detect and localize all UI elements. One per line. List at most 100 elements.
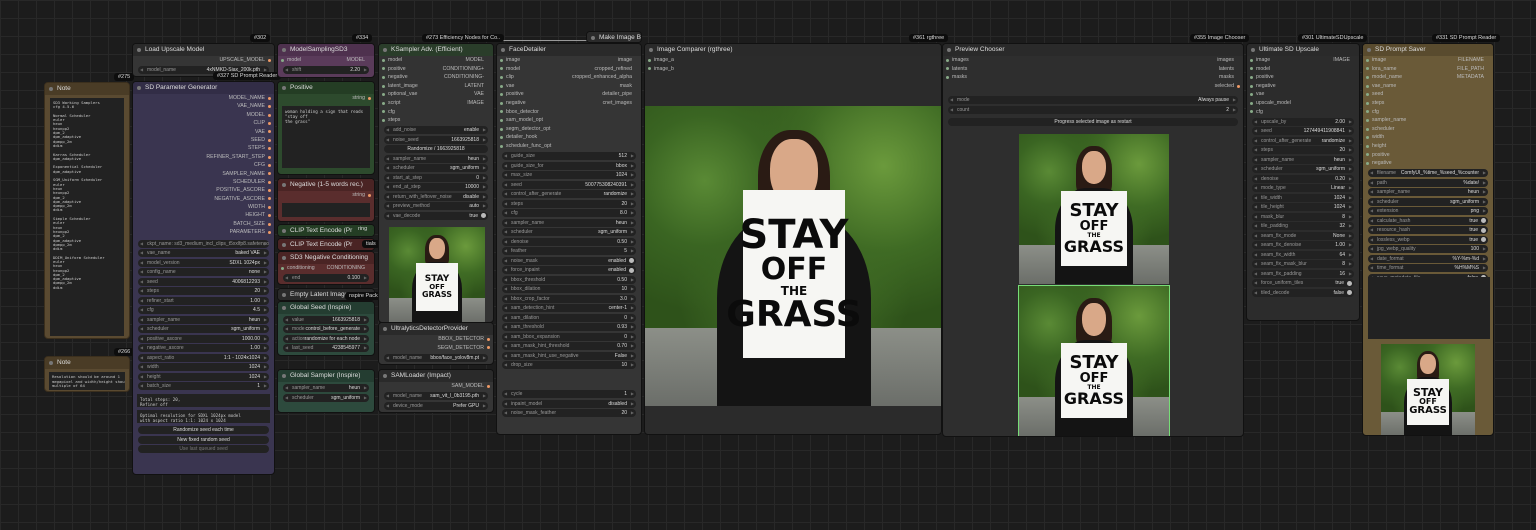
output-slot[interactable]: SEED (133, 136, 274, 144)
slot-row[interactable]: sampler_name (1363, 116, 1493, 125)
slot-row[interactable]: script IMAGE (379, 99, 493, 108)
widget-tiled-decode[interactable]: tiled_decodefalse (1252, 288, 1354, 297)
widget-cycle[interactable]: cycle1 (502, 390, 636, 399)
shift-widget[interactable]: shift2.20 (283, 66, 369, 75)
input-slot[interactable]: steps (379, 116, 493, 125)
note-node[interactable]: Note SD3 Working Samplers cfg 4.5-6 Norm… (44, 82, 130, 339)
widget-device-mode[interactable]: device_modePrefer GPU (384, 401, 488, 410)
widget-seed[interactable]: seed127449411908841 (1252, 127, 1354, 136)
node-title[interactable]: Positive (278, 82, 374, 94)
widget-upscale-by[interactable]: upscale_by2.00 (1252, 117, 1354, 126)
ckpt-widget[interactable]: ckpt_name: sd3_medium_incl_clips_t5xxlfp… (138, 239, 269, 248)
negative-prompt-node[interactable]: Negative (1-5 words rec.) string (277, 178, 375, 222)
widget-mask-blur[interactable]: mask_blur8 (1252, 212, 1354, 221)
output-slot[interactable]: CLIP (133, 119, 274, 127)
widget-sampler-name[interactable]: sampler_nameheun (283, 384, 369, 392)
sd3-negative-conditioning-node[interactable]: SD3 Negative Conditioning conditioning CO… (277, 251, 375, 285)
widget-config-name[interactable]: config_namenone (138, 268, 269, 277)
output-slot[interactable]: SAM_MODEL (379, 382, 493, 391)
input-slot[interactable]: cfg (379, 108, 493, 117)
output-slot[interactable]: WIDTH (133, 203, 274, 211)
slot-row[interactable]: seed (1363, 90, 1493, 99)
widget-vae-decode[interactable]: vae_decodetrue (384, 211, 488, 220)
input-slot[interactable]: model MODEL (278, 56, 374, 65)
node-title[interactable]: Preview Chooser (943, 44, 1243, 56)
slot-row[interactable]: selected (943, 82, 1243, 91)
widget-guide-size[interactable]: guide_size512 (502, 152, 636, 161)
widget-sam-bbox-expansion[interactable]: sam_bbox_expansion0 (502, 332, 636, 341)
model-name-widget[interactable]: model_namebbox/face_yolov8m.pt (384, 353, 488, 362)
widget-start-at-step[interactable]: start_at_step0 (384, 173, 488, 182)
widget-seed[interactable]: seed500775308240391 (502, 180, 636, 189)
slot-row[interactable]: latent_image LATENT (379, 82, 493, 91)
widget-seam-fix-mask-blur[interactable]: seam_fix_mask_blur8 (1252, 260, 1354, 269)
slot-row[interactable]: positive CONDITIONING+ (379, 65, 493, 74)
slot-row[interactable]: model cropped_refined (497, 65, 641, 74)
widget-denoise[interactable]: denoise0.20 (1252, 174, 1354, 183)
widget-add-noise[interactable]: add_noiseenable (384, 126, 488, 135)
output-slot[interactable]: REFINER_START_STEP (133, 153, 274, 161)
make-image-batch-node[interactable]: Make Image Batch (586, 31, 642, 43)
widget-date-format[interactable]: date_format%Y-%m-%d (1368, 254, 1488, 263)
node-title[interactable]: ModelSamplingSD3 (278, 44, 374, 56)
widget-sampler-name[interactable]: sampler_nameheun (1368, 188, 1488, 197)
widget-resource-hash[interactable]: resource_hashtrue (1368, 226, 1488, 235)
slot-row[interactable]: latents latents (943, 65, 1243, 74)
widget-sampler-name[interactable]: sampler_nameheun (138, 315, 269, 324)
slot-row[interactable]: sam_model_opt (497, 116, 641, 125)
widget-model-name[interactable]: model_namesam_vit_l_0b3195.pth (384, 392, 488, 401)
widget-noise-mask[interactable]: noise_maskenabled (502, 256, 636, 265)
node-title[interactable]: SD Prompt Saver (1363, 44, 1493, 56)
widget-force-uniform-tiles[interactable]: force_uniform_tilestrue (1252, 279, 1354, 288)
sd-parameter-generator-node[interactable]: SD Parameter Generator MODEL_NAME VAE_NAM… (132, 81, 275, 475)
slot-row[interactable]: scheduler (1363, 125, 1493, 134)
widget-feather[interactable]: feather5 (502, 247, 636, 256)
slot-row[interactable]: cfg (1363, 108, 1493, 117)
prompt-textarea[interactable] (282, 202, 370, 217)
widget-steps[interactable]: steps20 (138, 287, 269, 296)
input-slot[interactable]: vae (1247, 90, 1359, 99)
ultimate-sd-upscale-node[interactable]: Ultimate SD Upscale image IMAGE model posit… (1246, 43, 1360, 321)
widget-control-after-generate[interactable]: control_after_generaterandomize (1252, 136, 1354, 145)
widget-negative-ascore[interactable]: negative_ascore1.00 (138, 344, 269, 353)
output-slot[interactable]: NEGATIVE_ASCORE (133, 195, 274, 203)
widget-sam-mask-hint-threshold[interactable]: sam_mask_hint_threshold0.70 (502, 342, 636, 351)
widget-calculate-hash[interactable]: calculate_hashtrue (1368, 216, 1488, 225)
ksampler-node[interactable]: KSampler Adv. (Efficient) model MODEL posi… (378, 43, 494, 323)
widget-return-with-leftover-noise[interactable]: return_with_leftover_noisedisable (384, 192, 488, 201)
widget-sam-threshold[interactable]: sam_threshold0.93 (502, 323, 636, 332)
input-slot[interactable]: cfg (1247, 108, 1359, 117)
slot-row[interactable]: height (1363, 142, 1493, 151)
output-slot[interactable]: SAMPLER_NAME (133, 170, 274, 178)
widget-mode-type[interactable]: mode_typeLinear (1252, 184, 1354, 193)
note-text[interactable]: SD3 Working Samplers cfg 4.5-6 Normal Sc… (50, 98, 124, 336)
node-title[interactable]: SD3 Negative Conditioning (278, 252, 374, 264)
node-title[interactable]: Global Sampler (Inspire) (278, 370, 374, 382)
widget-force-inpaint[interactable]: force_inpaintenabled (502, 266, 636, 275)
node-title[interactable]: Image Comparer (rgthree) (645, 44, 941, 56)
slot-row[interactable]: model_name METADATA (1363, 73, 1493, 82)
node-title[interactable]: CLIP Text Encode (Pr (278, 239, 374, 250)
widget-model-version[interactable]: model_versionSDXL 1024px (138, 258, 269, 267)
input-slot[interactable]: upscale_model (1247, 99, 1359, 108)
image-comparer-node[interactable]: Image Comparer (rgthree) image_a image_b … (644, 43, 942, 435)
node-title[interactable]: Note (45, 83, 129, 95)
slot-row[interactable]: SEGM_DETECTOR (379, 344, 493, 353)
output-slot[interactable]: PARAMETERS (133, 228, 274, 236)
chooser-image-1[interactable]: STAY OFF THE GRASS (1019, 134, 1169, 284)
widget-aspect-ratio[interactable]: aspect_ratio1:1 - 1024x1024 (138, 353, 269, 362)
widget-height[interactable]: height1024 (138, 372, 269, 381)
input-slot[interactable]: conditioning CONDITIONING (278, 264, 374, 273)
face-detailer-node[interactable]: FaceDetailer image image model cropped_refi… (496, 43, 642, 435)
widget-seam-fix-padding[interactable]: seam_fix_padding16 (1252, 269, 1354, 278)
widget-bbox-crop-factor[interactable]: bbox_crop_factor3.0 (502, 294, 636, 303)
node-title[interactable]: Load Upscale Model (133, 44, 274, 56)
widget-scheduler[interactable]: schedulersgm_uniform (1368, 197, 1488, 206)
clip-text-encode-node[interactable]: CLIP Text Encode (Pr (277, 238, 375, 251)
slot-row[interactable]: image image (497, 56, 641, 65)
slot-row[interactable]: detailer_hook (497, 133, 641, 142)
node-title[interactable]: SAMLoader (Impact) (379, 370, 493, 382)
widget-extension[interactable]: extensionpng (1368, 207, 1488, 216)
widget-positive-ascore[interactable]: positive_ascore1000.00 (138, 334, 269, 343)
ultralytics-detector-node[interactable]: UltralyticsDetectorProvider BBOX_DETECTO… (378, 322, 494, 365)
